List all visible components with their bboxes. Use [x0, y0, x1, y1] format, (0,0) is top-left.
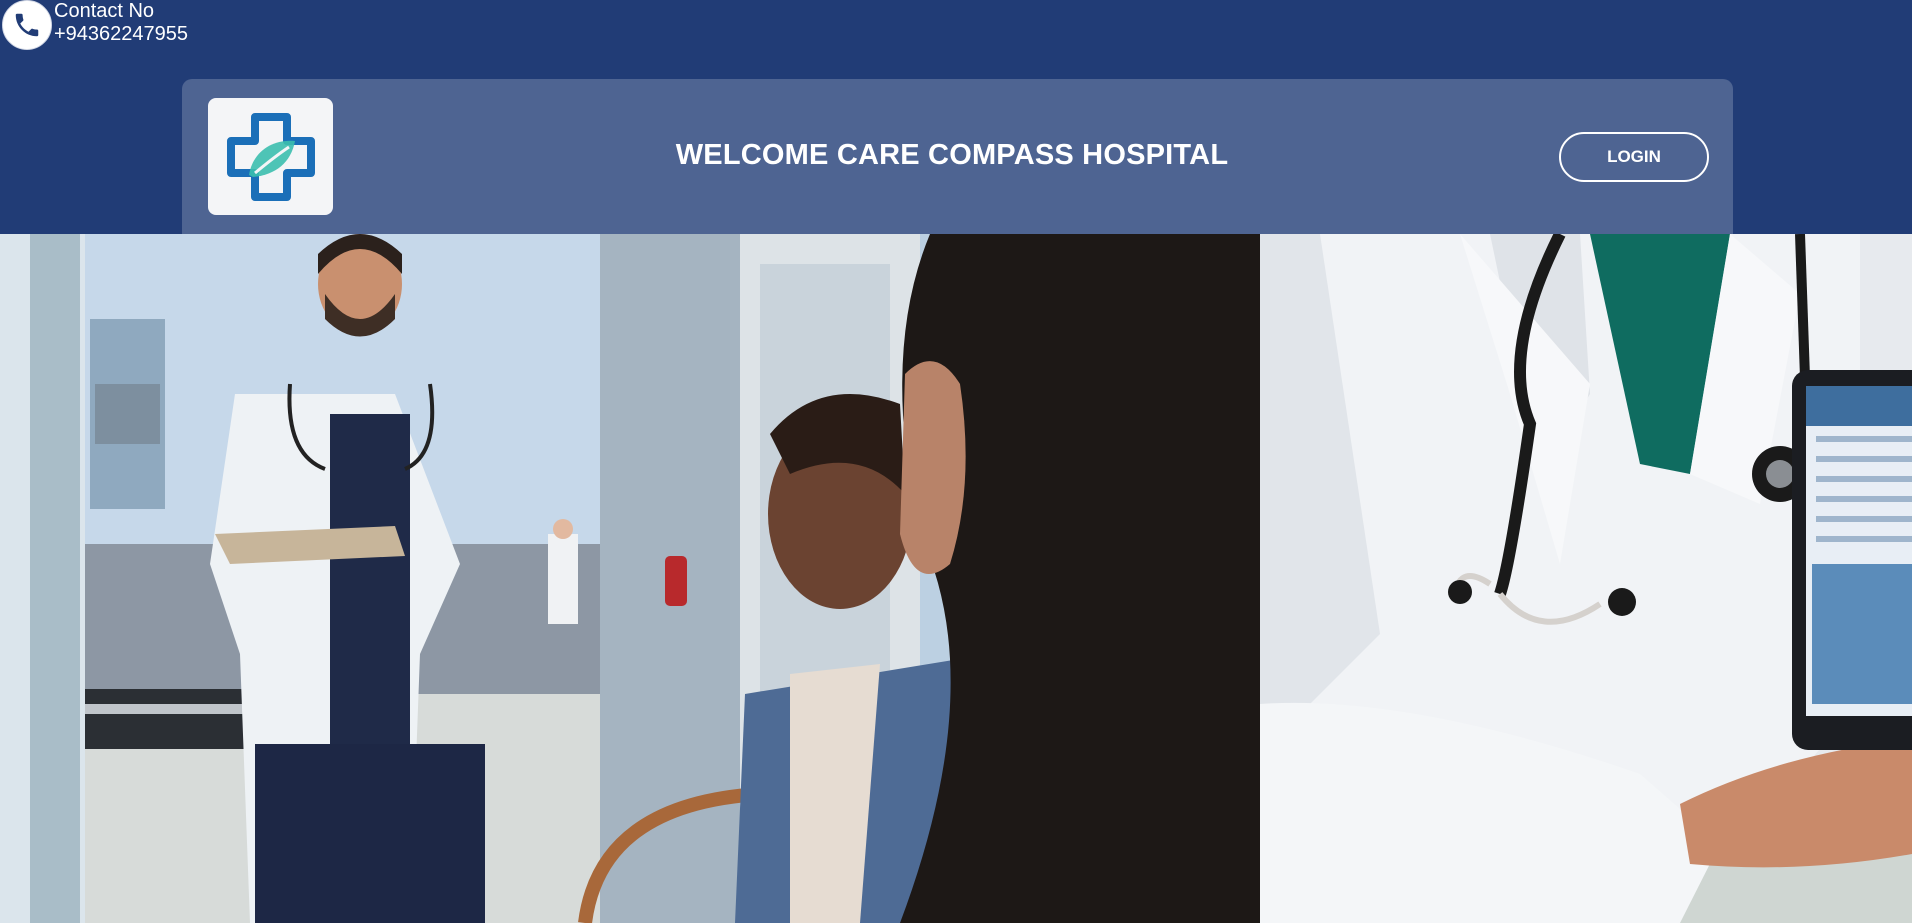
site-title: WELCOME CARE COMPASS HOSPITAL — [675, 139, 1229, 171]
login-button[interactable]: LOGIN — [1559, 132, 1709, 182]
top-bar: Contact No +94362247955 WELCOME CARE COM… — [0, 0, 1912, 234]
medical-cross-logo-icon — [226, 112, 315, 201]
contact-label: Contact No — [54, 0, 155, 22]
contact-info: Contact No +94362247955 — [2, 0, 188, 50]
contact-number: +94362247955 — [54, 23, 189, 45]
header-card: WELCOME CARE COMPASS HOSPITAL LOGIN — [182, 79, 1733, 234]
hero-image-doctor-patients — [0, 234, 1260, 923]
hero-image-doctor-tablet — [1260, 234, 1912, 923]
phone-icon — [2, 0, 52, 50]
hospital-logo[interactable] — [208, 98, 333, 215]
hero-banner — [0, 234, 1912, 923]
